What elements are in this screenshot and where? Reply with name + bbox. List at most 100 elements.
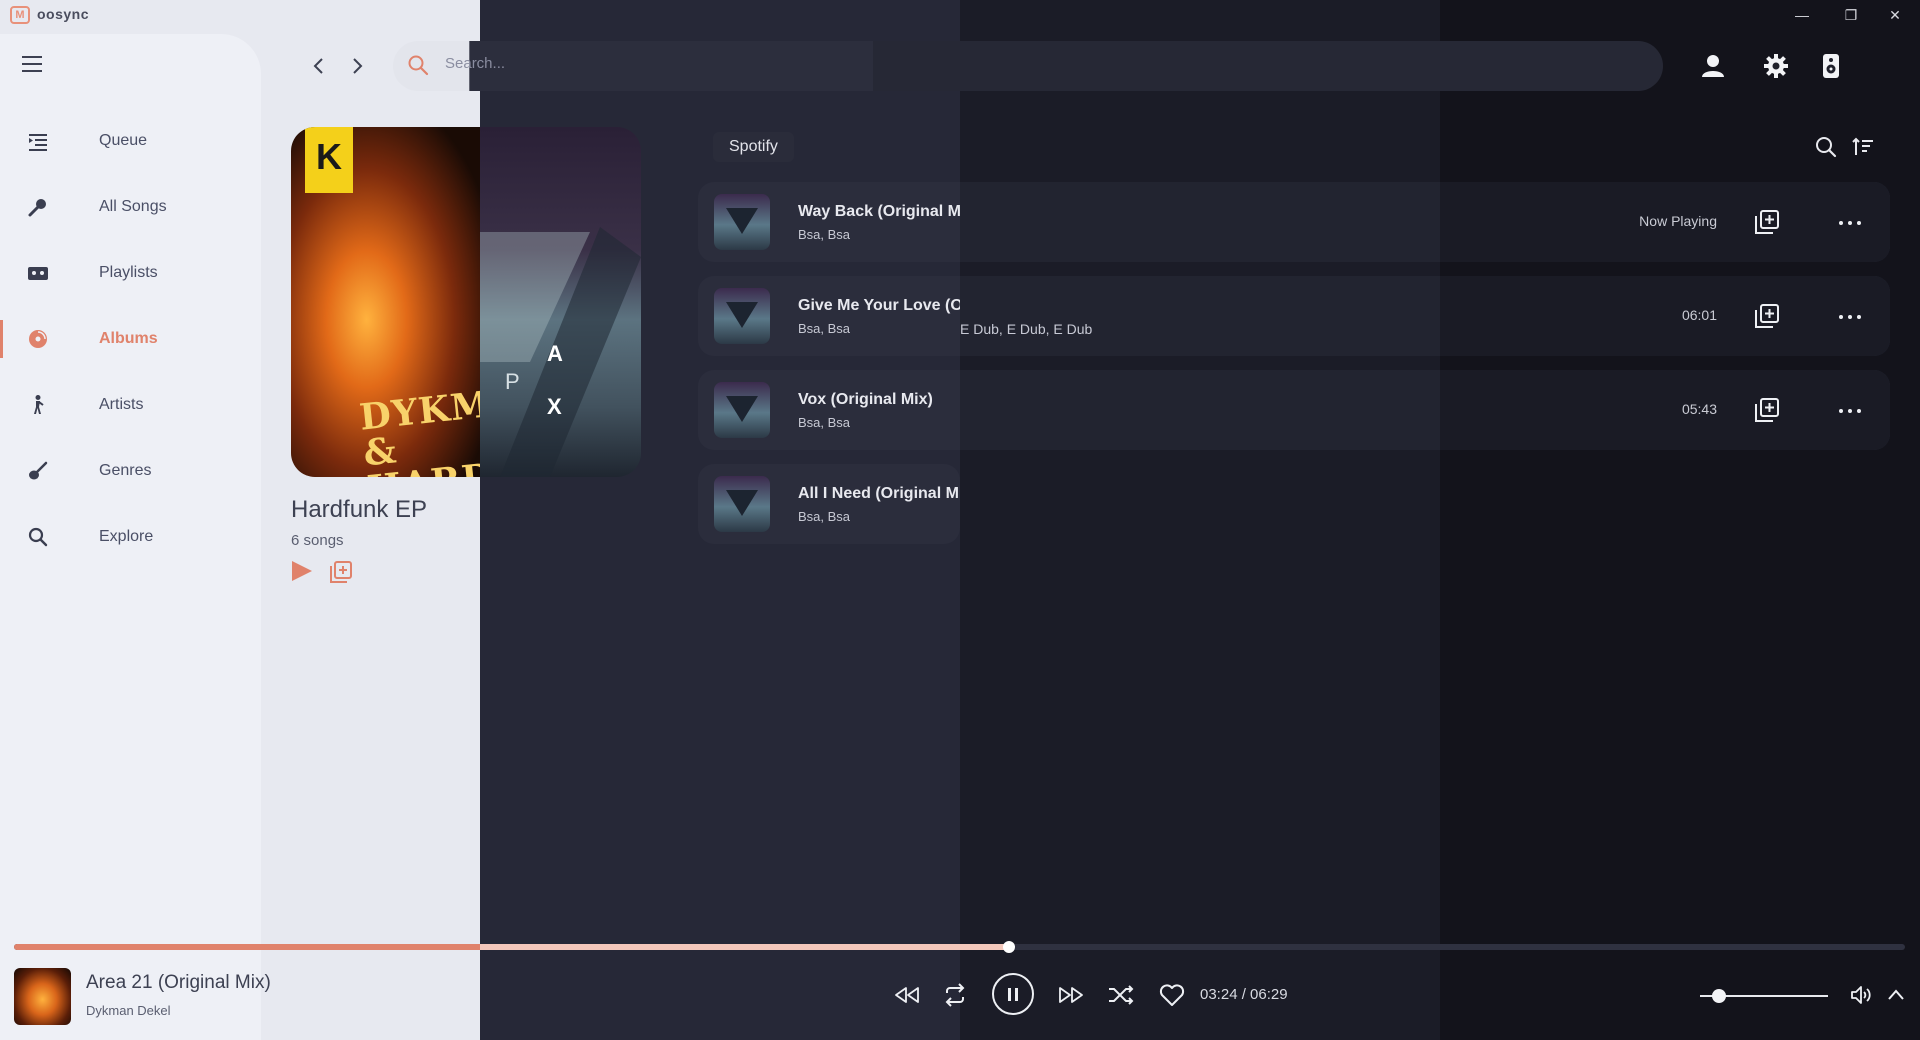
source-chip-spotify[interactable]: Spotify — [713, 132, 794, 162]
search-icon — [27, 526, 49, 548]
sidebar-item-explore[interactable]: Explore — [0, 512, 261, 562]
sidebar-item-label: Albums — [99, 330, 158, 347]
microphone-icon — [27, 196, 49, 218]
track-row[interactable]: Vox (Original Mix) Bsa, Bsa 05:43 — [698, 370, 1890, 450]
add-to-queue-icon — [330, 561, 352, 583]
track-title: Way Back (Original Mi — [798, 203, 960, 220]
now-playing-artist[interactable]: Dykman Dekel — [86, 1003, 171, 1018]
account-button[interactable] — [1699, 52, 1727, 80]
shuffle-icon — [1109, 985, 1134, 1005]
search-input[interactable] — [445, 55, 1345, 72]
volume-icon — [1851, 986, 1871, 1004]
cassette-icon — [27, 262, 49, 284]
playback-time: 03:24 / 06:29 — [1200, 986, 1288, 1003]
track-thumbnail — [714, 476, 770, 532]
shuffle-button[interactable] — [1106, 980, 1136, 1010]
close-button[interactable]: ✕ — [1884, 4, 1906, 26]
track-thumbnail — [714, 382, 770, 438]
sidebar: Queue All Songs Playlists Albums Artists… — [0, 34, 261, 1040]
app-title: oosync — [37, 6, 90, 22]
search-icon — [1816, 137, 1837, 158]
more-horizontal-icon — [1839, 409, 1861, 413]
track-title: Vox (Original Mix) — [798, 391, 933, 408]
track-row[interactable]: Way Back (Original Mi Bsa, Bsa Now Playi… — [698, 182, 1890, 262]
track-artist: Bsa, Bsa — [798, 321, 851, 336]
restore-button[interactable]: ❐ — [1840, 4, 1862, 26]
favorite-button[interactable] — [1157, 980, 1187, 1010]
sidebar-item-playlists[interactable]: Playlists — [0, 248, 261, 298]
add-to-queue-icon — [1755, 398, 1779, 422]
album-art-letter: X — [547, 394, 562, 419]
track-thumbnail — [714, 194, 770, 250]
search-bar[interactable] — [393, 41, 1663, 91]
disc-icon — [27, 328, 49, 350]
sidebar-item-label: Queue — [99, 132, 148, 149]
track-row[interactable]: All I Need (Original Mi Bsa, Bsa — [698, 464, 960, 544]
label-logo-icon: K — [305, 127, 353, 193]
track-artist: Bsa, Bsa — [798, 415, 851, 430]
add-to-queue-button[interactable] — [1754, 303, 1780, 329]
next-button[interactable] — [1056, 980, 1086, 1010]
previous-button[interactable] — [892, 980, 922, 1010]
forward-button[interactable] — [347, 54, 367, 78]
track-extra: E Dub, E Dub, E Dub — [960, 321, 1093, 337]
play-album-button[interactable] — [291, 560, 313, 582]
gear-icon — [1764, 54, 1788, 78]
volume-button[interactable] — [1849, 983, 1873, 1007]
more-horizontal-icon — [1839, 315, 1861, 319]
track-duration: 06:01 — [1681, 307, 1717, 323]
queue-icon — [27, 130, 49, 152]
rewind-icon — [895, 987, 919, 1003]
menu-toggle-button[interactable] — [22, 56, 44, 74]
sort-icon — [1852, 137, 1873, 155]
sidebar-item-albums[interactable]: Albums — [0, 314, 261, 364]
chevron-up-icon — [1888, 989, 1904, 1000]
search-icon — [407, 54, 429, 76]
minimize-button[interactable]: — — [1791, 4, 1813, 26]
back-button[interactable] — [309, 54, 329, 78]
person-icon — [27, 394, 49, 416]
track-title: All I Need (Original Mi — [798, 485, 960, 502]
more-horizontal-icon — [1839, 221, 1861, 225]
repeat-button[interactable] — [940, 980, 970, 1010]
sidebar-item-label: Genres — [99, 462, 152, 479]
chevron-left-icon — [313, 58, 323, 74]
chevron-right-icon — [353, 58, 363, 74]
heart-icon — [1159, 984, 1185, 1006]
add-to-queue-button[interactable] — [1754, 209, 1780, 235]
fast-forward-icon — [1059, 987, 1083, 1003]
add-to-queue-button[interactable] — [1754, 397, 1780, 423]
add-to-queue-icon — [1755, 304, 1779, 328]
sidebar-item-queue[interactable]: Queue — [0, 116, 261, 166]
album-art-letter: P — [505, 369, 520, 394]
more-options-button[interactable] — [1838, 404, 1862, 416]
sort-button[interactable] — [1851, 135, 1875, 159]
seek-bar-handle[interactable] — [1002, 941, 1015, 953]
album-title: Hardfunk EP — [291, 496, 428, 523]
search-tracks-button[interactable] — [1814, 135, 1838, 159]
more-options-button[interactable] — [1838, 216, 1862, 228]
sidebar-item-label: Explore — [99, 528, 154, 545]
expand-player-button[interactable] — [1886, 985, 1906, 1005]
sidebar-item-all-songs[interactable]: All Songs — [0, 182, 261, 232]
track-artist: Bsa, Bsa — [798, 227, 851, 242]
album-cover: K DYKMAN & HARDFUI A P X — [291, 127, 641, 477]
track-title: Give Me Your Love (Or — [798, 297, 960, 314]
guitar-icon — [27, 460, 49, 482]
track-row[interactable]: Give Me Your Love (Or Bsa, Bsa E Dub, E … — [698, 276, 1890, 356]
repeat-icon — [945, 983, 965, 1007]
play-icon — [292, 561, 312, 581]
speaker-button[interactable] — [1817, 52, 1845, 80]
user-icon — [1702, 55, 1724, 77]
add-album-to-queue-button[interactable] — [329, 560, 353, 584]
album-song-count: 6 songs — [291, 532, 344, 549]
album-art-right: A P X — [480, 127, 641, 477]
pause-button[interactable] — [992, 973, 1034, 1015]
sidebar-item-artists[interactable]: Artists — [0, 380, 261, 430]
settings-button[interactable] — [1762, 52, 1790, 80]
title-bar: M oosync — ❐ ✕ — [0, 0, 1920, 30]
track-status: Now Playing — [1639, 213, 1717, 229]
now-playing-artwork[interactable] — [14, 968, 71, 1025]
more-options-button[interactable] — [1838, 310, 1862, 322]
sidebar-item-genres[interactable]: Genres — [0, 446, 261, 496]
